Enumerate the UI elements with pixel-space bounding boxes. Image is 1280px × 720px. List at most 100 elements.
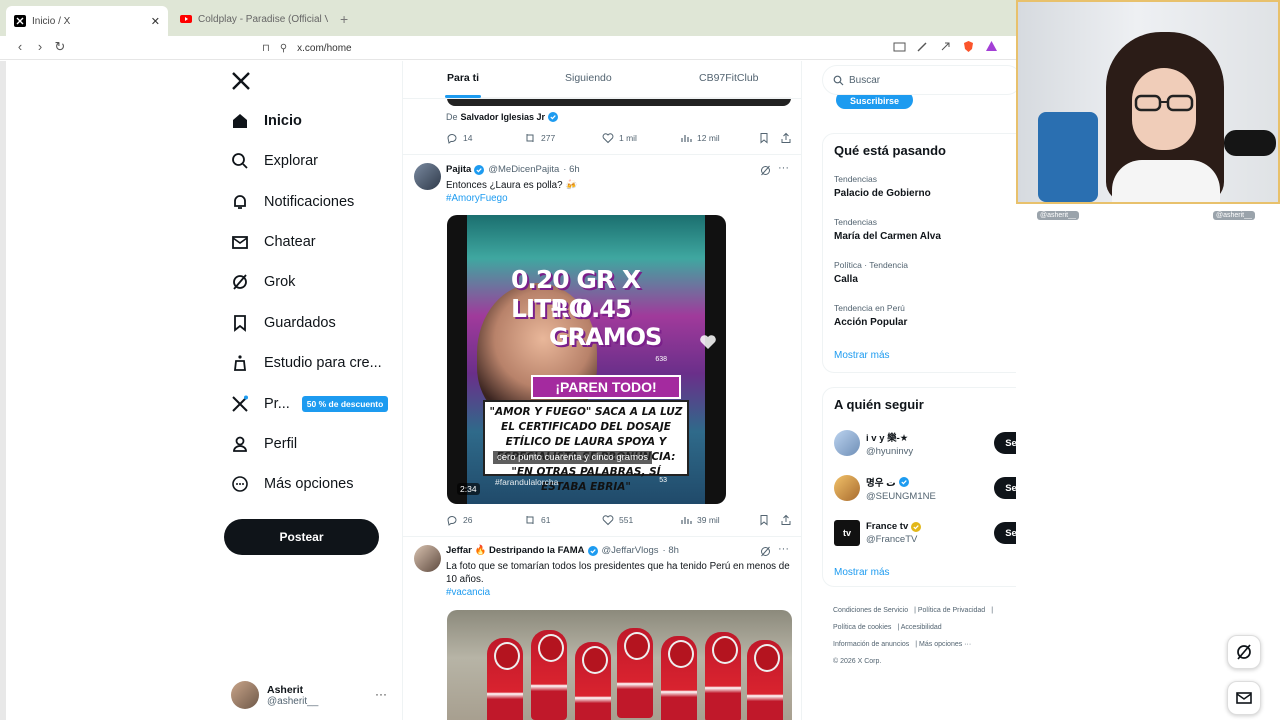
share-icon[interactable]: [780, 132, 792, 144]
account-switcher[interactable]: Asherit @asherit__ ···: [231, 679, 391, 711]
trend-item[interactable]: Tendencias Palacio de Gobierno: [834, 174, 1044, 199]
more-icon[interactable]: ···: [778, 543, 789, 555]
nav-chatear[interactable]: Chatear: [230, 228, 316, 256]
nav-premium[interactable]: Pr... 50 % de descuento: [230, 390, 389, 418]
post-author-name[interactable]: Jeffar 🔥 Destripando la FAMA: [446, 545, 585, 556]
discount-badge[interactable]: 50 % de descuento: [301, 396, 389, 412]
views-button[interactable]: 12 mil: [680, 132, 720, 144]
like-button[interactable]: 551: [602, 514, 633, 526]
nav-perfil[interactable]: Perfil: [230, 430, 297, 458]
install-app-icon[interactable]: [893, 40, 906, 53]
follow-name: i v y 樂-★: [866, 432, 909, 444]
hashtag-link[interactable]: #AmoryFuego: [446, 192, 792, 205]
avatar[interactable]: [414, 545, 441, 572]
nav-guardados[interactable]: Guardados: [230, 309, 336, 337]
post-actions: 14 277 1 mil 12 mil: [446, 132, 794, 146]
window-edge: [0, 61, 6, 720]
home-icon: [233, 114, 247, 128]
more-icon[interactable]: ···: [375, 687, 387, 701]
follow-suggestion[interactable]: tv France tv @FranceTV Seguir: [834, 518, 1046, 548]
avatar: [231, 681, 259, 709]
user-name: Asherit: [267, 683, 304, 696]
nav-mas-opciones[interactable]: Más opciones: [230, 470, 353, 498]
youtube-icon: [180, 15, 192, 23]
footer-link[interactable]: Política de Privacidad: [918, 607, 985, 614]
reload-icon[interactable]: ↻: [53, 40, 67, 54]
tab-title: Inicio / X: [32, 15, 71, 27]
feed-tabs: Para ti Siguiendo CB97FitClub: [403, 61, 801, 99]
follow-suggestion[interactable]: 명우 ت @SEUNGM1NE Seguir: [834, 473, 1046, 503]
copyright: © 2026 X Corp.: [833, 658, 882, 665]
back-icon[interactable]: ‹: [13, 40, 27, 54]
nav-grok[interactable]: Grok: [230, 268, 295, 296]
brave-shield-icon[interactable]: [962, 40, 975, 53]
x-premium-icon: [232, 395, 248, 412]
site-info-icon[interactable]: ⚲: [280, 43, 287, 54]
footer-link[interactable]: Condiciones de Servicio: [833, 607, 908, 614]
search-input[interactable]: Buscar: [822, 65, 1022, 95]
share-icon[interactable]: [939, 40, 952, 53]
nav-inicio[interactable]: Inicio: [230, 107, 302, 135]
show-more-link[interactable]: Mostrar más: [834, 567, 890, 578]
x-logo-icon: [14, 15, 26, 27]
views-button[interactable]: 39 mil: [680, 514, 720, 526]
share-icon[interactable]: [780, 514, 792, 526]
like-count: 1 mil: [619, 133, 637, 143]
grok-icon[interactable]: [760, 546, 771, 557]
show-more-link[interactable]: Mostrar más: [834, 350, 890, 361]
reply-count: 14: [463, 133, 473, 143]
hashtag-link[interactable]: #vacancia: [446, 586, 792, 599]
tab-youtube[interactable]: Coldplay - Paradise (Official Video) -: [172, 6, 336, 32]
bookmark-page-icon[interactable]: ⊓: [262, 43, 270, 54]
grok-icon: [233, 274, 247, 290]
address-bar[interactable]: ⊓ ⚲ x.com/home: [262, 39, 902, 57]
x-logo-icon[interactable]: [231, 71, 251, 91]
messages-float-button[interactable]: [1227, 681, 1261, 715]
repost-button[interactable]: 277: [524, 132, 555, 144]
via-name[interactable]: Salvador Iglesias Jr: [461, 112, 546, 122]
grok-icon[interactable]: [760, 165, 771, 176]
brave-rewards-icon[interactable]: [985, 40, 998, 53]
post-button[interactable]: Postear: [224, 519, 379, 555]
more-icon[interactable]: ···: [778, 162, 789, 174]
video-player[interactable]: 0.20 GR X LITRO + 0.45 GRAMOS ¡PAREN TOD…: [447, 215, 726, 504]
post-image[interactable]: [447, 610, 792, 720]
nav-notificaciones[interactable]: Notificaciones: [230, 188, 354, 216]
edit-icon[interactable]: [916, 40, 929, 53]
tab-siguiendo[interactable]: Siguiendo: [565, 72, 612, 84]
tab-cb97fitclub[interactable]: CB97FitClub: [699, 72, 759, 84]
post-time[interactable]: · 8h: [663, 545, 679, 556]
grok-icon: [1237, 644, 1251, 660]
footer-link[interactable]: Política de cookies: [833, 624, 891, 631]
verified-icon: [474, 164, 485, 175]
grok-float-button[interactable]: [1227, 635, 1261, 669]
trend-item[interactable]: Política · Tendencia Calla ···: [834, 260, 1044, 285]
reply-button[interactable]: 26: [446, 514, 472, 526]
new-tab-icon[interactable]: +: [340, 11, 348, 27]
verified-icon: [898, 476, 909, 487]
trend-item[interactable]: Tendencia en Perú Acción Popular ···: [834, 303, 1044, 328]
tab-para-ti[interactable]: Para ti: [447, 72, 479, 84]
post-author-handle[interactable]: @JeffarVlogs: [602, 545, 659, 556]
repost-button[interactable]: 61: [524, 514, 550, 526]
like-button[interactable]: 1 mil: [602, 132, 637, 144]
close-tab-icon[interactable]: ✕: [151, 15, 160, 28]
tab-inicio-x[interactable]: Inicio / X ✕: [6, 6, 168, 36]
post-time[interactable]: · 6h: [563, 164, 579, 175]
reply-button[interactable]: 14: [446, 132, 472, 144]
forward-icon[interactable]: ›: [33, 40, 47, 54]
post-author-name[interactable]: Pajita: [446, 164, 471, 175]
follow-suggestion[interactable]: i v y 樂-★ @hyuninvy Seguir: [834, 428, 1046, 458]
footer-link[interactable]: Accesibilidad: [901, 624, 942, 631]
bookmark-icon[interactable]: [758, 132, 770, 144]
post-author-handle[interactable]: @MeDicenPajita: [488, 164, 559, 175]
image-figure: [661, 636, 697, 720]
bookmark-icon[interactable]: [758, 514, 770, 526]
avatar[interactable]: [414, 163, 441, 190]
trend-item[interactable]: Tendencias María del Carmen Alva: [834, 217, 1044, 242]
nav-explorar[interactable]: Explorar: [230, 147, 318, 175]
footer-more[interactable]: Más opciones ···: [919, 641, 971, 648]
footer-link[interactable]: Información de anuncios: [833, 641, 909, 648]
nav-estudio[interactable]: Estudio para cre...: [230, 349, 382, 377]
image-figure: [487, 638, 523, 720]
